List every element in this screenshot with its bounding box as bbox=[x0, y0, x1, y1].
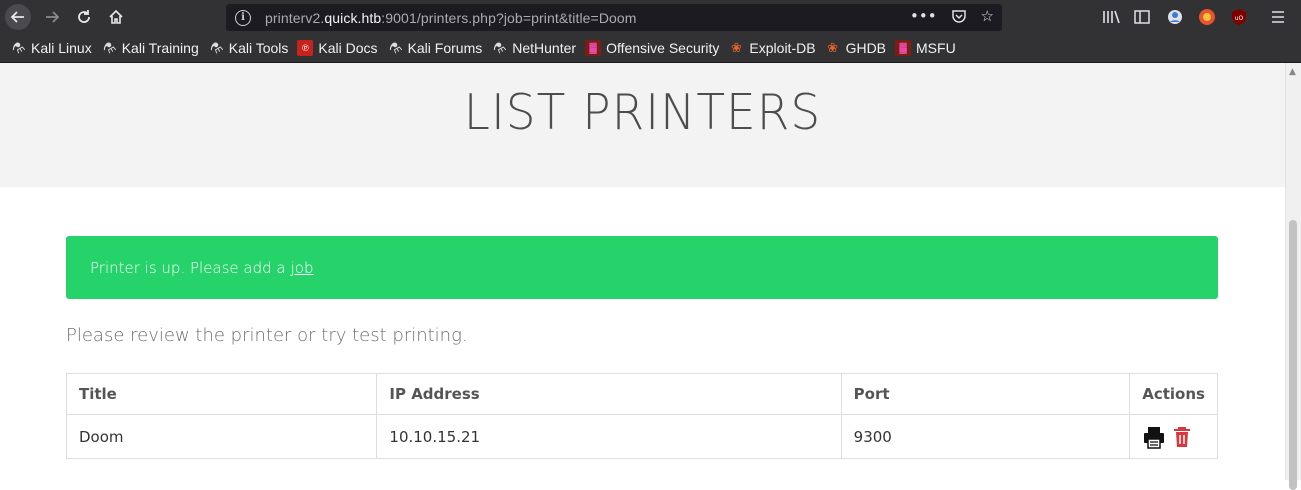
bookmark-offensive-security[interactable]: ▓ Offensive Security bbox=[585, 40, 719, 56]
column-header-actions: Actions bbox=[1129, 373, 1218, 415]
bookmark-label: Kali Tools bbox=[228, 40, 289, 56]
url-bar[interactable]: i printerv2.quick.htb:9001/printers.php?… bbox=[226, 4, 1002, 31]
kali-dragon-icon: ⚗ bbox=[489, 37, 509, 58]
table-row: Doom 10.10.15.21 9300 bbox=[65, 414, 1218, 459]
bookmark-kali-training[interactable]: ⚗ Kali Training bbox=[99, 37, 199, 58]
page-content: LIST PRINTERS Printer is up. Please add … bbox=[0, 63, 1285, 480]
url-text[interactable]: printerv2.quick.htb:9001/printers.php?jo… bbox=[265, 10, 637, 26]
column-header-ip: IP Address bbox=[376, 373, 842, 415]
alert-text: Printer is up. Please add a bbox=[90, 258, 286, 277]
bookmark-label: Kali Training bbox=[121, 40, 199, 56]
bookmark-label: Kali Docs bbox=[318, 40, 378, 56]
printers-table: Title IP Address Port Actions Doom 10.10… bbox=[65, 373, 1218, 459]
printer-title: Doom bbox=[65, 414, 378, 459]
pocket-icon[interactable] bbox=[951, 8, 967, 24]
info-icon[interactable]: i bbox=[235, 9, 251, 26]
bookmark-nethunter[interactable]: ⚗ NetHunter bbox=[489, 37, 577, 58]
table-header-row: Title IP Address Port Actions bbox=[65, 373, 1218, 415]
print-icon[interactable] bbox=[1142, 425, 1166, 449]
delete-icon[interactable] bbox=[1170, 425, 1194, 449]
kali-dragon-icon: ⚗ bbox=[99, 37, 118, 58]
printer-port: 9300 bbox=[840, 414, 1131, 459]
bookmark-star-icon[interactable]: ☆ bbox=[981, 7, 994, 25]
bookmark-label: Kali Linux bbox=[31, 40, 92, 56]
arrow-right-icon bbox=[46, 11, 60, 23]
back-button[interactable] bbox=[5, 4, 31, 30]
home-icon bbox=[109, 9, 123, 24]
bookmark-label: Kali Forums bbox=[407, 40, 483, 56]
offsec-icon: ▓ bbox=[585, 40, 602, 56]
browser-toolbar: i printerv2.quick.htb:9001/printers.php?… bbox=[0, 0, 1301, 34]
kali-dragon-icon: ⚗ bbox=[8, 37, 28, 58]
kali-dragon-icon: ⚗ bbox=[206, 37, 225, 58]
exploitdb-icon: ❀ bbox=[827, 40, 839, 55]
svg-text:uO: uO bbox=[1235, 15, 1244, 22]
scroll-up-icon[interactable]: ▲ bbox=[1289, 67, 1296, 77]
kali-dragon-icon: ⚗ bbox=[384, 37, 404, 58]
page-header: LIST PRINTERS bbox=[0, 63, 1285, 187]
bookmark-kali-docs[interactable]: ℗ Kali Docs bbox=[297, 40, 378, 56]
bookmark-kali-forums[interactable]: ⚗ Kali Forums bbox=[384, 37, 483, 58]
forward-button[interactable] bbox=[39, 4, 65, 30]
library-icon[interactable] bbox=[1101, 7, 1121, 27]
bookmark-exploit-db[interactable]: ❀ Exploit-DB bbox=[728, 40, 816, 56]
bookmark-kali-tools[interactable]: ⚗ Kali Tools bbox=[206, 37, 289, 58]
bookmark-kali-linux[interactable]: ⚗ Kali Linux bbox=[8, 37, 92, 58]
lead-text: Please review the printer or try test pr… bbox=[66, 325, 468, 346]
bookmark-msfu[interactable]: ▓ MSFU bbox=[895, 40, 956, 56]
printer-ip: 10.10.15.21 bbox=[376, 414, 842, 459]
bookmark-label: GHDB bbox=[845, 40, 887, 56]
arrow-left-icon bbox=[10, 11, 24, 23]
bookmark-label: NetHunter bbox=[512, 40, 577, 56]
bookmark-label: Exploit-DB bbox=[749, 40, 816, 56]
reload-icon bbox=[78, 10, 90, 23]
scroll-thumb[interactable] bbox=[1289, 220, 1297, 490]
ublock-icon[interactable]: uO bbox=[1229, 7, 1249, 27]
menu-icon[interactable] bbox=[1268, 7, 1288, 27]
offsec-icon: ▓ bbox=[895, 40, 912, 56]
page-title: LIST PRINTERS bbox=[463, 83, 822, 142]
page-scrollbar[interactable]: ▲ bbox=[1285, 63, 1301, 490]
add-job-link[interactable]: job bbox=[291, 259, 314, 277]
home-button[interactable] bbox=[103, 4, 129, 30]
extension-fox-icon[interactable] bbox=[1197, 7, 1217, 27]
account-icon[interactable] bbox=[1165, 7, 1185, 27]
kali-docs-icon: ℗ bbox=[297, 40, 314, 56]
printer-actions bbox=[1129, 414, 1218, 459]
success-alert: Printer is up. Please add a job bbox=[66, 236, 1218, 299]
bookmark-ghdb[interactable]: ❀ GHDB bbox=[825, 40, 886, 56]
exploitdb-icon: ❀ bbox=[730, 40, 742, 55]
column-header-port: Port bbox=[840, 373, 1131, 415]
reload-button[interactable] bbox=[71, 4, 97, 30]
bookmark-label: MSFU bbox=[916, 40, 956, 56]
bookmark-label: Offensive Security bbox=[606, 40, 720, 56]
page-actions-icon[interactable]: ••• bbox=[910, 7, 937, 25]
sidebar-icon[interactable] bbox=[1132, 7, 1152, 27]
column-header-title: Title bbox=[65, 373, 378, 415]
bookmarks-bar: ⚗ Kali Linux ⚗ Kali Training ⚗ Kali Tools ℗ Kal… bbox=[0, 34, 1301, 63]
